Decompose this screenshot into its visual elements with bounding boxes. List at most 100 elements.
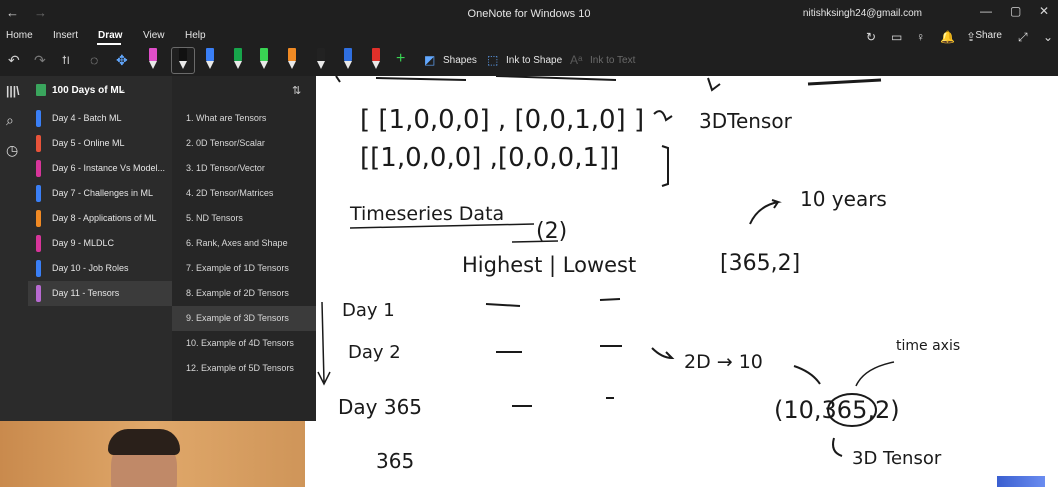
type-select-icon[interactable]: ꝉI (62, 54, 70, 67)
page-label: 1. What are Tensors (186, 113, 267, 123)
presenter-hair (108, 429, 180, 455)
page-item[interactable]: 5. ND Tensors (172, 206, 316, 231)
section-item[interactable]: Day 7 - Challenges in ML (28, 181, 172, 206)
tab-draw[interactable]: Draw (98, 30, 122, 41)
active-tab-indicator (97, 43, 121, 45)
ink-row1: [ [1,0,0,0] , [0,0,1,0] ] (360, 105, 644, 135)
ink-tensor3d: 3D Tensor (852, 448, 942, 469)
highlighter-pink-icon[interactable] (147, 48, 159, 72)
page-item[interactable]: 3. 1D Tensor/Vector (172, 156, 316, 181)
tab-help[interactable]: Help (185, 30, 206, 41)
sections-pane: 100 Days of ML ⌄ Day 4 - Batch ML Day 5 -… (28, 76, 172, 421)
sync-icon[interactable]: ↻ (866, 30, 876, 44)
notebook-view-icon[interactable]: ▭ (891, 30, 902, 44)
page-label: 7. Example of 1D Tensors (186, 263, 289, 273)
page-item[interactable]: 10. Example of 4D Tensors (172, 331, 316, 356)
page-item[interactable]: 6. Rank, Axes and Shape (172, 231, 316, 256)
redo-icon[interactable]: ↷ (34, 52, 46, 69)
ink-dashes-day365 (512, 397, 614, 407)
pen-red-icon[interactable] (370, 48, 382, 72)
ink-to-shape-button[interactable]: Ink to Shape (506, 55, 562, 66)
section-color-tab (36, 285, 41, 302)
ink-day2: Day 2 (348, 342, 401, 363)
search-icon[interactable]: ⌕ (6, 112, 14, 129)
section-item[interactable]: Day 11 - Tensors (28, 281, 172, 306)
pen-green-bright-icon[interactable] (258, 48, 270, 72)
page-label: 8. Example of 2D Tensors (186, 288, 289, 298)
page-item[interactable]: 1. What are Tensors (172, 106, 316, 131)
pen-tip (288, 61, 296, 69)
tab-home[interactable]: Home (6, 30, 33, 41)
page-item[interactable]: 2. 0D Tensor/Scalar (172, 131, 316, 156)
ink-stroke-top (335, 76, 617, 83)
add-pen-icon[interactable]: + (396, 50, 405, 68)
collapse-ribbon-icon[interactable]: ⌄ (1043, 30, 1053, 44)
section-item[interactable]: Day 4 - Batch ML (28, 106, 172, 131)
undo-icon[interactable]: ↶ (8, 52, 20, 69)
page-label: 6. Rank, Axes and Shape (186, 238, 288, 248)
ink-paren2: (2) (536, 219, 567, 244)
shapes-icon: ◩ (424, 53, 436, 67)
pen-blue-icon[interactable] (204, 48, 216, 72)
page-label: 2. 0D Tensor/Scalar (186, 138, 265, 148)
notebooks-icon[interactable]: |||\ (6, 84, 19, 98)
share-button[interactable]: Share (975, 30, 1002, 41)
shapes-button[interactable]: Shapes (443, 55, 477, 66)
section-item[interactable]: Day 9 - MLDLC (28, 231, 172, 256)
note-canvas[interactable]: [ [1,0,0,0] , [0,0,1,0] ] 3DTensor [[1,0… (316, 76, 1058, 487)
minimize-icon[interactable]: — (980, 4, 992, 18)
pen-dark-icon[interactable] (315, 48, 327, 72)
recent-notes-icon[interactable]: ◷ (6, 142, 18, 159)
section-item[interactable]: Day 10 - Job Roles (28, 256, 172, 281)
ink-arrow-top (707, 77, 721, 92)
pen-body (344, 48, 352, 61)
section-item[interactable]: Day 6 - Instance Vs Model... (28, 156, 172, 181)
ink-to-text-button[interactable]: Ink to Text (590, 55, 635, 66)
section-label: Day 4 - Batch ML (52, 113, 122, 123)
notification-bell-icon[interactable]: 🔔 (940, 30, 955, 44)
section-color-tab (36, 235, 41, 252)
pen-green-icon[interactable] (232, 48, 244, 72)
pen-tip (206, 61, 214, 69)
ink-down-arrow (317, 301, 331, 386)
pen-body (260, 48, 268, 61)
notebook-selector[interactable]: 100 Days of ML ⌄ (28, 76, 172, 104)
page-item[interactable]: 12. Example of 5D Tensors (172, 356, 316, 381)
ink-shape2: (10,365,2) (774, 396, 900, 424)
sort-pages-icon[interactable]: ⇅ (292, 84, 301, 97)
ink-arrow-2d (651, 347, 675, 360)
lasso-select-icon[interactable]: ◌ (90, 52, 98, 68)
account-email[interactable]: nitishksingh24@gmail.com (803, 8, 922, 19)
page-item[interactable]: 9. Example of 3D Tensors (172, 306, 316, 331)
page-item[interactable]: 4. 2D Tensor/Matrices (172, 181, 316, 206)
ink-arrow-2d-label: 2D → 10 (684, 351, 763, 373)
ink-years: 10 years (800, 187, 887, 211)
navigation-rail: |||\ ⌕ ◷ (0, 76, 28, 421)
page-item[interactable]: 7. Example of 1D Tensors (172, 256, 316, 281)
maximize-icon[interactable]: ▢ (1010, 4, 1021, 18)
video-thumbnail-corner (997, 476, 1045, 487)
notebook-icon (36, 84, 46, 96)
pen-blue-2-icon[interactable] (342, 48, 354, 72)
pan-icon[interactable]: ✥ (116, 52, 128, 69)
section-item[interactable]: Day 8 - Applications of ML (28, 206, 172, 231)
pen-body (372, 48, 380, 61)
tab-view[interactable]: View (143, 30, 165, 41)
ink-to-text-icon: Aᵃ (570, 53, 583, 67)
section-label: Day 8 - Applications of ML (52, 213, 157, 223)
pen-black-icon[interactable] (177, 48, 189, 72)
ink-underline-top (807, 78, 882, 86)
tab-insert[interactable]: Insert (53, 30, 78, 41)
page-item[interactable]: 8. Example of 2D Tensors (172, 281, 316, 306)
page-label: 5. ND Tensors (186, 213, 243, 223)
tell-me-icon[interactable]: ♀ (916, 30, 925, 44)
pen-tip (372, 61, 380, 69)
section-item[interactable]: Day 5 - Online ML (28, 131, 172, 156)
close-icon[interactable]: ✕ (1039, 4, 1049, 18)
ink-row1-note: 3DTensor (699, 109, 793, 133)
ink-count365: 365 (376, 449, 414, 473)
fullscreen-icon[interactable]: ⤢ (1018, 30, 1028, 45)
pen-orange-icon[interactable] (286, 48, 298, 72)
ink-hook-arrow (832, 437, 843, 457)
section-label: Day 10 - Job Roles (52, 263, 129, 273)
